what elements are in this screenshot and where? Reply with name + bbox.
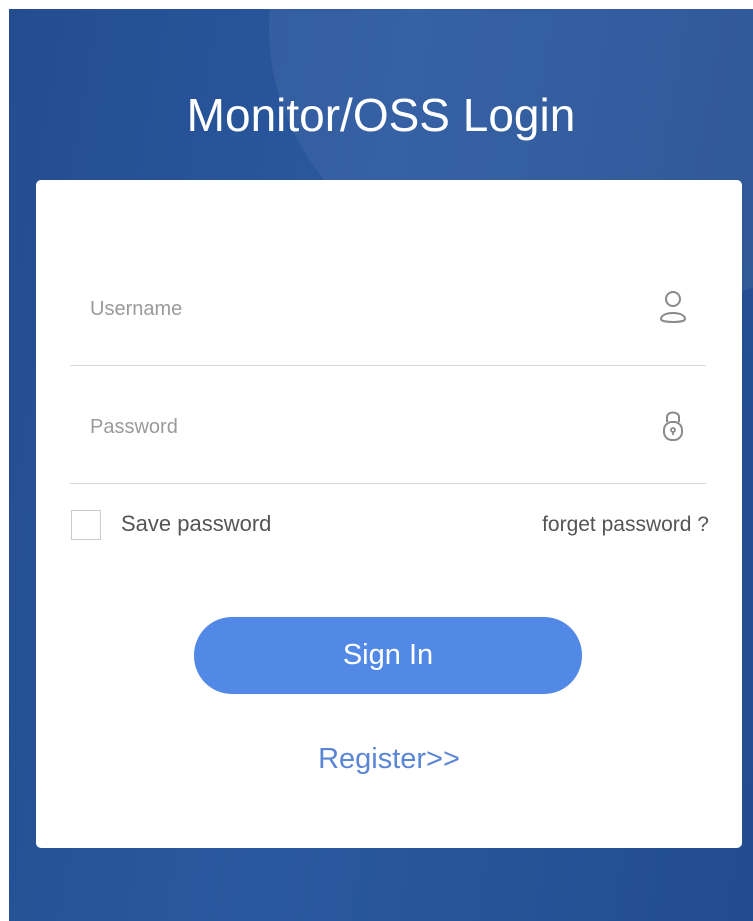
save-password-checkbox[interactable] [71, 510, 101, 540]
login-card: Save password forget password ? Sign In … [36, 180, 742, 848]
username-input[interactable] [90, 295, 610, 323]
user-icon [659, 291, 687, 323]
save-password-label: Save password [121, 511, 272, 536]
login-page: Monitor/OSS Login Save password [0, 0, 753, 921]
username-field [70, 247, 706, 366]
sign-in-button[interactable]: Sign In [194, 617, 582, 694]
login-panel: Monitor/OSS Login Save password [9, 9, 753, 921]
lock-icon [663, 411, 683, 441]
forget-password-link[interactable]: forget password ? [542, 513, 709, 537]
page-title: Monitor/OSS Login [186, 89, 576, 141]
password-field [70, 365, 706, 484]
password-input[interactable] [90, 413, 610, 441]
register-link[interactable]: Register>> [36, 743, 742, 776]
